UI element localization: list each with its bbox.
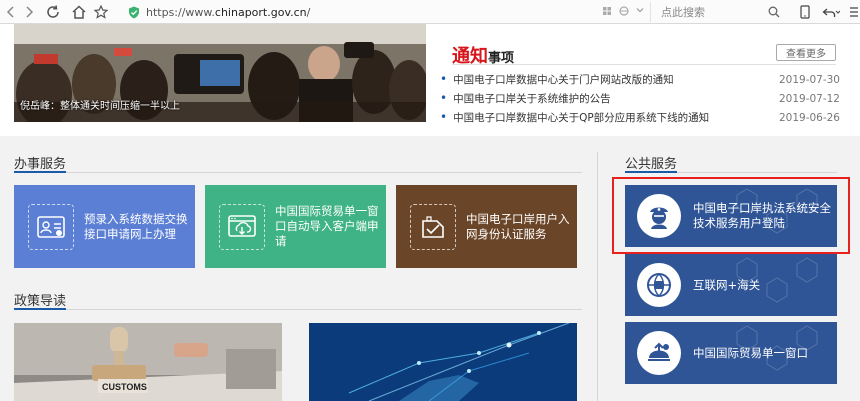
vertical-divider	[597, 152, 598, 401]
reader-icon[interactable]	[602, 6, 614, 18]
url-text: https://www.chinaport.gov.cn/	[146, 5, 311, 19]
notice-list: 中国电子口岸数据中心关于门户网站改版的通知2019-07-30 中国电子口岸关于…	[440, 70, 840, 127]
policy-image-customs[interactable]: CUSTOMS	[14, 323, 282, 401]
notice-divider	[452, 64, 836, 65]
office-service-card-3[interactable]: 中国电子口岸用户入网身份认证服务	[396, 185, 577, 268]
policy-image-network[interactable]	[309, 323, 577, 401]
office-service-label-3: 中国电子口岸用户入网身份认证服务	[466, 211, 570, 241]
public-service-label-3: 中国国际贸易单一窗口	[693, 345, 808, 360]
identity-auth-icon	[410, 203, 456, 250]
office-service-label-1: 预录入系统数据交换接口申请网上办理	[84, 211, 188, 241]
office-service-label-2: 中国国际贸易单一窗口自动导入客户端申请	[275, 204, 379, 248]
office-service-card-2[interactable]: 中国国际贸易单一窗口自动导入客户端申请	[205, 185, 386, 268]
public-service-label-1: 中国电子口岸执法系统安全技术服务用户登陆	[693, 201, 831, 230]
office-service-card-1[interactable]: 预录入系统数据交换接口申请网上办理	[14, 185, 195, 268]
photo-caption[interactable]: 倪岳峰：整体通关时间压缩一半以上	[20, 97, 180, 112]
forward-icon[interactable]	[20, 3, 38, 21]
id-card-icon	[28, 203, 74, 250]
tablet-mode-icon[interactable]	[800, 3, 810, 21]
secure-shield-icon	[129, 6, 139, 18]
list-item[interactable]: 中国电子口岸数据中心关于门户网站改版的通知2019-07-30	[440, 70, 840, 89]
address-bar[interactable]: https://www.chinaport.gov.cn/	[128, 2, 648, 22]
customs-officer-icon	[637, 194, 681, 238]
home-icon[interactable]	[70, 3, 88, 21]
view-more-button[interactable]: 查看更多	[776, 44, 836, 61]
section-title-office: 办事服务	[14, 157, 67, 172]
bookmark-star-icon[interactable]	[92, 3, 110, 21]
browser-search-box[interactable]: 点此搜索	[650, 2, 786, 22]
dropdown-chevron-icon[interactable]	[636, 6, 648, 18]
undo-icon[interactable]	[822, 3, 840, 21]
search-placeholder: 点此搜索	[661, 6, 705, 19]
public-service-card-3[interactable]: 中国国际贸易单一窗口	[625, 322, 837, 384]
menu-icon[interactable]	[849, 3, 859, 21]
compat-mode-icon[interactable]	[618, 6, 630, 18]
section-underline-policy	[14, 308, 582, 310]
public-service-card-2[interactable]: 互联网+海关	[625, 254, 837, 316]
section-title-policy: 政策导读	[14, 294, 67, 309]
section-underline-public	[625, 171, 837, 173]
back-icon[interactable]	[2, 3, 20, 21]
customs-stamp-photo: CUSTOMS	[14, 323, 282, 401]
network-hand-graphic	[309, 323, 577, 401]
search-icon[interactable]	[768, 6, 780, 18]
list-item[interactable]: 中国电子口岸数据中心关于QP部分应用系统下线的通知2019-06-26	[440, 108, 840, 127]
internet-customs-icon	[637, 263, 681, 307]
list-item[interactable]: 中国电子口岸关于系统维护的公告2019-07-12	[440, 89, 840, 108]
news-photo[interactable]: 倪岳峰：整体通关时间压缩一半以上	[14, 24, 426, 122]
trade-globe-icon	[637, 331, 681, 375]
public-service-label-2: 互联网+海关	[693, 277, 761, 292]
section-underline-office	[14, 171, 582, 173]
browser-toolbar: https://www.chinaport.gov.cn/ 点此搜索	[0, 0, 860, 24]
reload-icon[interactable]	[44, 3, 62, 21]
section-title-public: 公共服务	[625, 157, 678, 172]
download-window-icon	[219, 203, 265, 250]
customs-stamp-text: CUSTOMS	[102, 382, 147, 392]
